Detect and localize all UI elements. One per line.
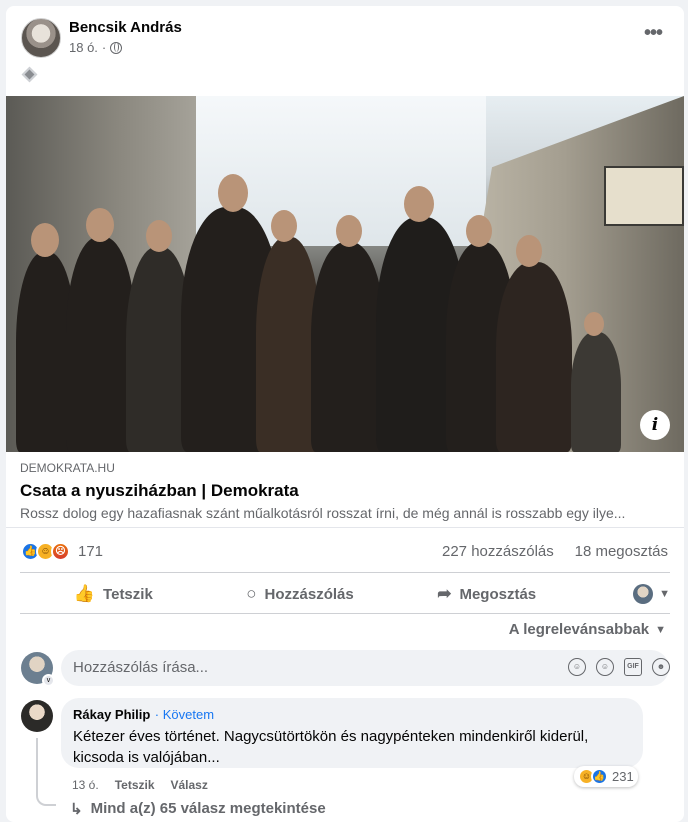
commenter-name[interactable]: Rákay Philip	[73, 707, 150, 722]
reaction-summary[interactable]: 👍 ☺ ☹ 171	[21, 542, 103, 561]
follow-separator: ·	[154, 707, 163, 722]
like-reaction-icon: 👍	[591, 768, 608, 785]
like-label: Tetszik	[103, 585, 153, 603]
thumbs-up-icon: 👍	[73, 584, 96, 603]
post-meta: 18 ó. ·	[69, 40, 123, 55]
comment-reply-button[interactable]: Válasz	[171, 778, 208, 792]
comment-text: Kétezer éves történet. Nagycsütörtökön é…	[73, 728, 589, 766]
post-header: Bencsik András 18 ó. · •••	[6, 6, 684, 96]
link-title[interactable]: Csata a nyusziházban | Demokrata	[20, 481, 299, 501]
reply-thread-line	[36, 738, 56, 806]
separator-dot: ·	[101, 40, 107, 55]
comment-button[interactable]: ○ Hozzászólás	[207, 584, 394, 604]
globe-icon	[110, 41, 123, 54]
caret-down-icon: ▼	[659, 588, 671, 600]
chevron-down-icon[interactable]: v	[42, 674, 55, 687]
link-image[interactable]: i	[6, 96, 684, 452]
comment-footer: 13 ó. Tetszik Válasz	[72, 778, 208, 792]
view-replies-label: Mind a(z) 65 válasz megtekintése	[90, 800, 326, 817]
sort-label: A legrelevánsabbak	[508, 621, 650, 638]
divider	[20, 613, 670, 614]
share-button[interactable]: ➦ Megosztás	[393, 584, 580, 604]
commenter-avatar[interactable]	[21, 700, 53, 732]
comment-like-button[interactable]: Tetszik	[115, 778, 155, 792]
comment-reaction-count: 231	[612, 769, 634, 784]
diamond-icon	[21, 66, 38, 83]
post-as-selector[interactable]: ▼	[580, 584, 670, 604]
speech-bubble-icon: ○	[246, 584, 257, 603]
comment-time[interactable]: 13 ó.	[72, 778, 99, 792]
more-options-button[interactable]: •••	[644, 22, 663, 45]
comment-share-counts: 227 hozzászólás 18 megosztás	[442, 543, 668, 560]
comment-reactions[interactable]: ☺ 👍 231	[574, 766, 638, 787]
post-card: Bencsik András 18 ó. · ••• i DEMOKRATA.H…	[6, 6, 684, 822]
view-replies-button[interactable]: ↳ Mind a(z) 65 válasz megtekintése	[70, 800, 326, 818]
comment-label: Hozzászólás	[264, 585, 354, 603]
composer-icons: ☺ ☺ GIF ☻	[568, 658, 670, 676]
follow-link[interactable]: Követem	[163, 707, 214, 722]
comment-item: Rákay Philip · Követem Kétezer éves tört…	[6, 698, 684, 822]
share-count[interactable]: 18 megosztás	[575, 543, 668, 560]
gif-icon[interactable]: GIF	[624, 658, 642, 676]
comment-count[interactable]: 227 hozzászólás	[442, 543, 554, 560]
emoji-icon[interactable]: ☺	[596, 658, 614, 676]
comment-bubble: Rákay Philip · Követem Kétezer éves tört…	[61, 698, 643, 768]
divider	[20, 572, 670, 573]
share-label: Megosztás	[459, 585, 537, 603]
link-domain: DEMOKRATA.HU	[20, 461, 115, 475]
post-stats: 👍 ☺ ☹ 171 227 hozzászólás 18 megosztás	[6, 536, 684, 566]
link-preview[interactable]: DEMOKRATA.HU Csata a nyusziházban | Demo…	[6, 452, 684, 528]
action-bar: 👍 Tetszik ○ Hozzászólás ➦ Megosztás ▼	[20, 575, 670, 613]
caret-down-icon: ▼	[655, 623, 666, 636]
like-button[interactable]: 👍 Tetszik	[20, 584, 207, 604]
angry-reaction-icon: ☹	[51, 542, 70, 561]
profile-avatar-small	[633, 584, 654, 604]
image-crowd	[6, 174, 684, 452]
reply-arrow-icon: ↳	[70, 801, 83, 818]
share-arrow-icon: ➦	[437, 584, 452, 603]
comment-sort-dropdown[interactable]: A legrelevánsabbak ▼	[509, 621, 666, 638]
sticker-icon[interactable]: ☻	[652, 658, 670, 676]
reaction-count[interactable]: 171	[78, 543, 103, 560]
info-icon[interactable]: i	[640, 410, 670, 440]
author-avatar[interactable]	[21, 18, 61, 58]
post-time[interactable]: 18 ó.	[69, 40, 98, 55]
comment-composer: v Hozzászólás írása... ☺ ☺ GIF ☻	[6, 650, 684, 690]
author-name[interactable]: Bencsik András	[69, 19, 182, 36]
avatar-sticker-icon[interactable]: ☺	[568, 658, 586, 676]
link-description: Rossz dolog egy hazafiasnak szánt műalko…	[20, 505, 626, 521]
